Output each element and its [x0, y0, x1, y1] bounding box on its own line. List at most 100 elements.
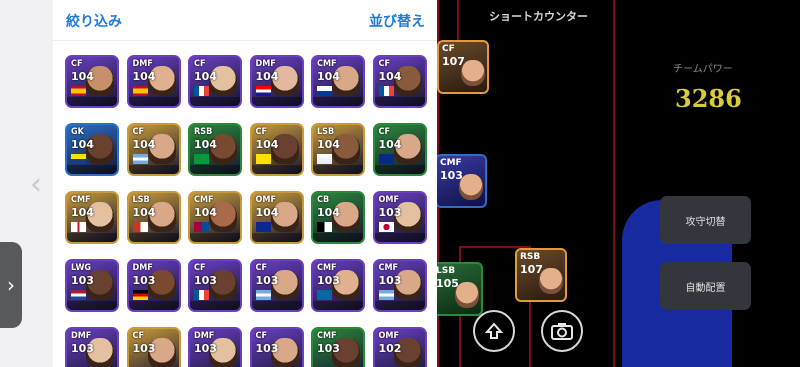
player-card[interactable]: DMF 103 [126, 259, 181, 312]
nation-flag-icon [378, 154, 394, 164]
player-rating: 104 [71, 138, 94, 151]
player-position: GK [71, 127, 84, 137]
player-card[interactable]: DMF 103 [188, 327, 242, 367]
skill-dots-icon [157, 302, 175, 309]
player-card[interactable]: CMF 103 [311, 259, 365, 312]
nation-flag-icon [194, 290, 209, 300]
skill-dots-icon [341, 98, 359, 105]
camera-icon [551, 323, 573, 340]
player-position: LSB [317, 127, 335, 137]
player-position: DMF [71, 331, 92, 341]
back-chevron-icon[interactable]: ‹ [30, 170, 42, 200]
player-card[interactable]: CF 103 [249, 327, 304, 367]
nation-flag-icon [378, 86, 394, 96]
player-rating: 103 [132, 342, 156, 355]
player-card[interactable]: CF 104 [126, 123, 181, 176]
player-rating: 104 [255, 70, 279, 83]
screenshot-button[interactable] [541, 310, 583, 352]
player-card[interactable]: OMF 104 [249, 191, 304, 244]
player-card[interactable]: CF 104 [249, 123, 304, 176]
skill-dots-icon [280, 234, 298, 241]
player-card[interactable]: LSB 104 [126, 191, 181, 244]
field-player-card[interactable]: LSB 105 [437, 262, 483, 316]
skill-dots-icon [218, 166, 236, 173]
player-rating: 103 [255, 342, 279, 355]
upload-icon [484, 322, 504, 339]
nation-flag-icon [71, 222, 86, 232]
player-card[interactable]: DMF 104 [126, 55, 181, 108]
skill-dots-icon [403, 166, 421, 173]
skill-dots-icon [280, 302, 298, 309]
team-power-value: 3286 [675, 84, 742, 113]
skill-dots-icon [403, 98, 421, 105]
player-card[interactable]: CMF 104 [65, 191, 119, 244]
player-card[interactable]: DMF 103 [65, 327, 119, 367]
nation-flag-icon [378, 290, 394, 300]
player-rating: 105 [437, 277, 459, 290]
player-rating: 103 [194, 274, 217, 287]
player-position: LWG [71, 263, 92, 273]
player-card[interactable]: LWG 103 [65, 259, 119, 312]
player-card[interactable]: CMF 104 [311, 55, 365, 108]
nation-flag-icon [71, 86, 86, 96]
nation-flag-icon [255, 86, 271, 96]
skill-dots-icon [341, 166, 359, 173]
player-card[interactable]: OMF 102 [372, 327, 427, 367]
card-footer-bar [251, 233, 302, 242]
player-position: CF [71, 59, 83, 69]
player-rating: 104 [378, 138, 402, 151]
skill-dots-icon [95, 98, 113, 105]
player-card[interactable]: LSB 104 [311, 123, 365, 176]
player-card[interactable]: CF 103 [249, 259, 304, 312]
card-footer-bar [67, 165, 117, 174]
player-card[interactable]: GK 104 [65, 123, 119, 176]
skill-dots-icon [157, 98, 175, 105]
player-card[interactable]: CF 103 [126, 327, 181, 367]
field-player-card[interactable]: CMF 103 [437, 154, 487, 208]
skill-dots-icon [95, 302, 113, 309]
player-card[interactable]: CB 104 [311, 191, 365, 244]
player-card[interactable]: CMF 103 [372, 259, 427, 312]
player-card[interactable]: RSB 104 [188, 123, 242, 176]
player-position: LSB [437, 266, 456, 276]
player-position: CMF [440, 158, 462, 168]
card-footer-bar [251, 301, 302, 310]
player-card[interactable]: CF 104 [372, 55, 427, 108]
share-button[interactable] [473, 310, 515, 352]
player-card[interactable]: CF 104 [65, 55, 119, 108]
auto-position-button[interactable]: 自動配置 [660, 262, 751, 310]
player-rating: 104 [194, 70, 217, 83]
skill-dots-icon [403, 302, 421, 309]
player-position: LSB [132, 195, 150, 205]
card-footer-bar [313, 233, 363, 242]
side-panel-toggle[interactable]: › [0, 242, 22, 328]
filter-button[interactable]: 絞り込み [66, 11, 122, 31]
player-card[interactable]: CF 104 [372, 123, 427, 176]
chevron-right-icon: › [7, 273, 15, 297]
player-list-panel: 絞り込み 並び替え CF 104 DMF 104 CF 104 DMF 104 CMF 104 CF… [53, 0, 437, 367]
player-position: CMF [194, 195, 214, 205]
player-card[interactable]: OMF 103 [372, 191, 427, 244]
player-card[interactable]: CMF 103 [311, 327, 365, 367]
player-position: DMF [132, 263, 153, 273]
skill-dots-icon [157, 234, 175, 241]
attack-defense-toggle-button[interactable]: 攻守切替 [660, 196, 751, 244]
player-card[interactable]: CF 104 [188, 55, 242, 108]
player-position: RSB [194, 127, 213, 137]
player-position: CF [255, 331, 267, 341]
skill-dots-icon [218, 98, 236, 105]
player-rating: 104 [71, 70, 94, 83]
sort-button[interactable]: 並び替え [369, 11, 425, 31]
nation-flag-icon [71, 290, 86, 300]
player-card[interactable]: CF 103 [188, 259, 242, 312]
player-rating: 104 [317, 138, 340, 151]
player-position: CMF [378, 263, 399, 273]
player-card[interactable]: DMF 104 [249, 55, 304, 108]
field-player-card[interactable]: CF 107 [437, 40, 489, 94]
player-position: CF [378, 127, 390, 137]
panel-header: 絞り込み 並び替え [53, 0, 437, 41]
field-player-card[interactable]: RSB 107 [515, 248, 567, 302]
player-rating: 104 [317, 206, 340, 219]
player-rating: 103 [71, 342, 94, 355]
player-card[interactable]: CMF 104 [188, 191, 242, 244]
